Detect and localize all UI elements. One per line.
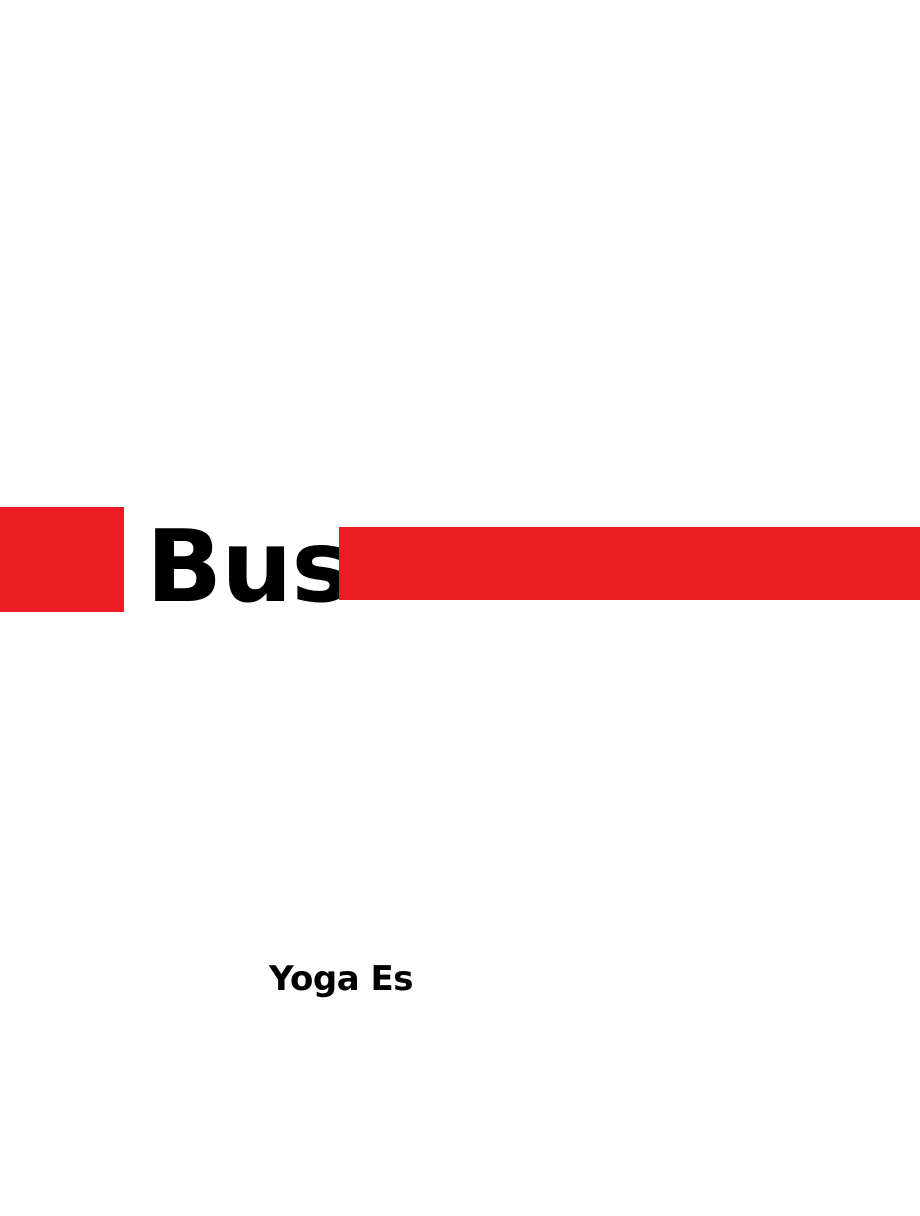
title-accent-square (0, 507, 124, 612)
cover-title: Bus (146, 508, 351, 625)
cover-author: Yoga Es (269, 959, 413, 999)
title-accent-bar (339, 527, 920, 600)
